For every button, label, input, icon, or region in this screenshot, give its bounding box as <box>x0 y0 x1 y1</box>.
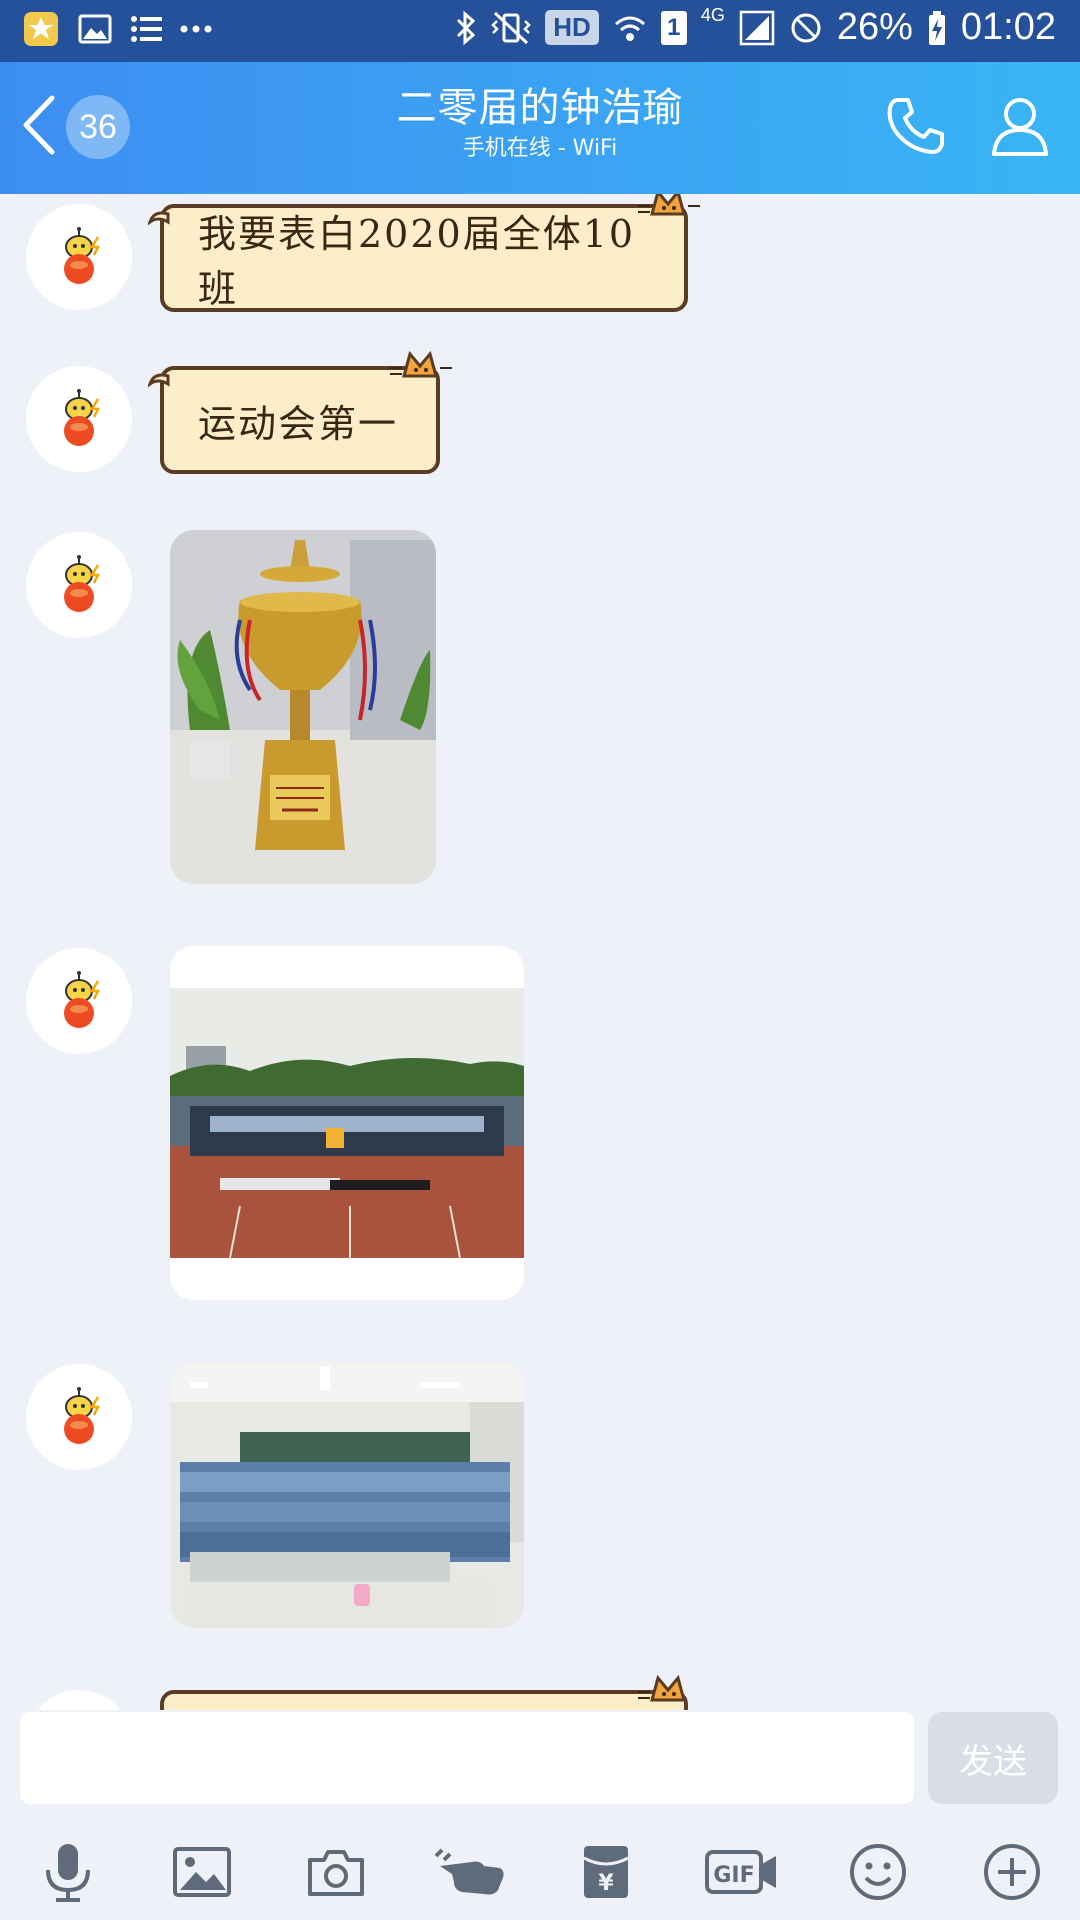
avatar[interactable] <box>26 532 132 638</box>
list-notification-icon <box>130 15 162 43</box>
composer-toolbar: ¥ GIF <box>0 1830 1080 1920</box>
clock: 01:02 <box>960 6 1056 48</box>
mascot-avatar-icon <box>64 1387 101 1444</box>
composer: 发送 ¥ GIF <box>0 1710 1080 1920</box>
trophy-photo-icon <box>170 530 436 884</box>
mascot-avatar-icon <box>64 389 101 446</box>
back-button[interactable]: 36 <box>18 90 130 164</box>
group-photo-track-icon <box>170 946 524 1300</box>
bluetooth-icon <box>455 10 477 45</box>
mascot-avatar-icon <box>64 227 101 284</box>
avatar[interactable] <box>26 1690 132 1710</box>
unread-badge: 36 <box>66 95 130 159</box>
status-bar: HD 1 4G 26% 01:02 <box>0 0 1080 62</box>
message-text: 运动会第一 <box>198 401 399 446</box>
camera-icon[interactable] <box>294 1830 378 1914</box>
avatar[interactable] <box>26 1364 132 1470</box>
plus-icon[interactable] <box>970 1830 1054 1914</box>
microphone-icon[interactable] <box>26 1830 110 1914</box>
image-message[interactable] <box>170 1362 524 1628</box>
class-photo-icon <box>170 1362 524 1628</box>
avatar[interactable] <box>26 948 132 1054</box>
chat-header: 36 二零届的钟浩瑜 手机在线 - WiFi <box>0 62 1080 194</box>
chat-title-block[interactable]: 二零届的钟浩瑜 手机在线 - WiFi <box>240 82 840 164</box>
battery-charging-icon <box>927 10 947 46</box>
user-icon <box>988 94 1052 162</box>
mascot-avatar-icon <box>64 555 101 612</box>
battery-percent: 26% <box>836 6 913 48</box>
sim-indicator: 1 <box>660 10 687 45</box>
vibrate-mute-icon <box>491 11 532 45</box>
cat-ears-icon <box>390 350 452 378</box>
svg-text:¥: ¥ <box>598 1871 614 1896</box>
message-bubble-partial[interactable] <box>160 1674 688 1710</box>
more-notifications-icon <box>180 24 212 34</box>
bubble-tail-icon <box>148 373 170 388</box>
avatar[interactable] <box>26 204 132 310</box>
message-list[interactable]: 我要表白2020届全体10班 运动会第一 <box>0 194 1080 1710</box>
page-title: 二零届的钟浩瑜 <box>396 85 684 131</box>
image-icon[interactable] <box>160 1830 244 1914</box>
gallery-notification-icon <box>78 14 112 44</box>
profile-button[interactable] <box>984 92 1056 164</box>
message-bubble[interactable]: 我要表白2020届全体10班 <box>148 194 700 312</box>
avatar[interactable] <box>26 366 132 472</box>
image-message[interactable] <box>170 946 524 1300</box>
signal-icon <box>739 10 775 46</box>
bubble-tail-icon <box>148 211 170 226</box>
phone-icon <box>884 94 948 162</box>
mascot-avatar-icon <box>64 971 101 1028</box>
emoji-icon[interactable] <box>836 1830 920 1914</box>
message-bubble[interactable]: 运动会第一 <box>148 350 452 474</box>
do-not-disturb-icon <box>789 11 823 45</box>
cat-ears-icon <box>638 194 700 216</box>
gif-icon[interactable]: GIF <box>700 1830 784 1914</box>
online-status: 手机在线 - WiFi <box>462 136 618 161</box>
svg-text:GIF: GIF <box>713 1863 754 1888</box>
red-packet-icon[interactable]: ¥ <box>564 1830 648 1914</box>
message-text: 我要表白2020届全体10班 <box>198 212 636 311</box>
chevron-left-icon <box>18 90 58 164</box>
cat-ears-icon <box>638 1674 686 1702</box>
wifi-icon <box>613 11 647 45</box>
message-input[interactable] <box>20 1712 914 1804</box>
hd-badge: HD <box>545 10 599 45</box>
call-button[interactable] <box>880 92 952 164</box>
poke-icon[interactable] <box>428 1830 512 1914</box>
network-type: 4G <box>700 5 725 25</box>
app-notification-icon <box>22 10 60 48</box>
send-button[interactable]: 发送 <box>928 1712 1058 1804</box>
image-message[interactable] <box>170 530 436 884</box>
